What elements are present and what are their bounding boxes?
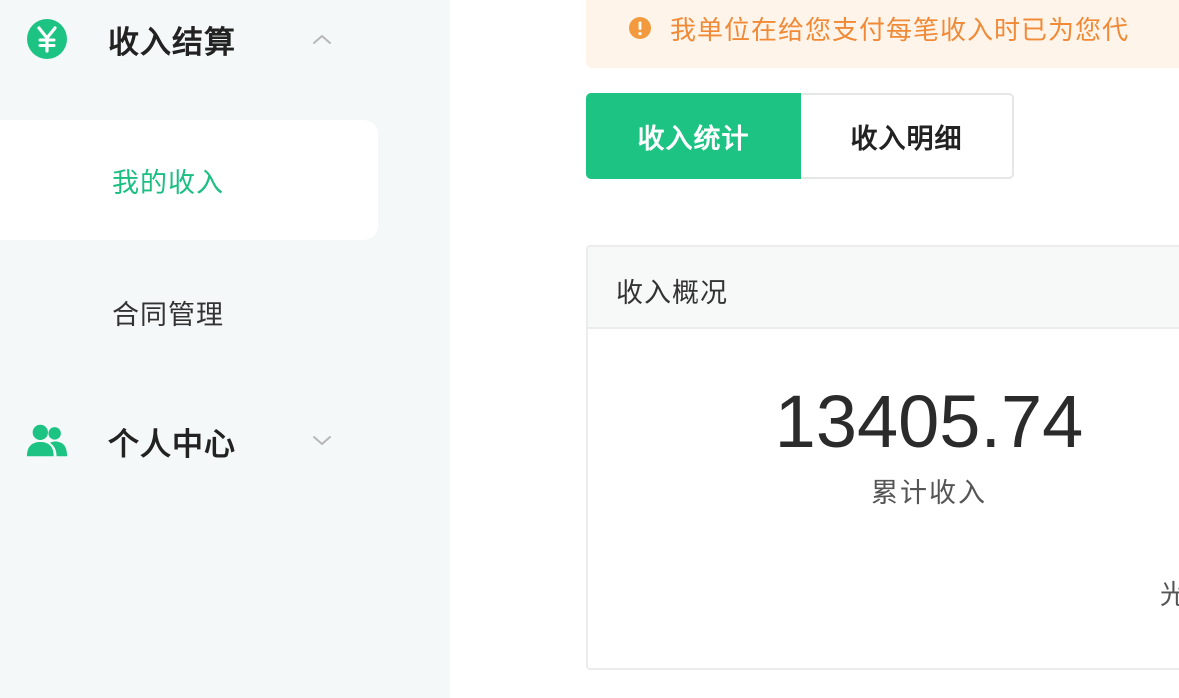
sidebar-item-label: 我的收入: [112, 167, 224, 199]
main-content: 我单位在给您支付每笔收入时已为您代 收入统计 收入明细 收入概况 13405.7…: [450, 0, 1179, 698]
page: 收入结算 我的收入 合同管理 个人中心 我单位在给您支付每笔收入时已为您代 收入…: [0, 0, 1179, 698]
chevron-down-icon: [308, 427, 336, 455]
income-summary-card: 收入概况 13405.74 累计收入 光: [586, 245, 1179, 670]
sidebar-item-my-income[interactable]: 我的收入: [0, 120, 378, 240]
tab-income-details[interactable]: 收入明细: [801, 93, 1014, 179]
income-tabs: 收入统计 收入明细: [586, 93, 1014, 179]
info-icon: [628, 16, 652, 40]
total-income-label: 累计收入: [871, 478, 987, 509]
users-icon: [25, 419, 69, 463]
sidebar-item-label: 合同管理: [112, 299, 224, 331]
sidebar-group-personal-label: 个人中心: [108, 426, 236, 463]
sidebar-group-personal[interactable]: 个人中心: [0, 406, 450, 476]
sidebar-group-income[interactable]: 收入结算: [0, 4, 450, 74]
yen-icon: [25, 17, 69, 61]
sidebar-item-contract-management[interactable]: 合同管理: [0, 252, 378, 372]
card-header: 收入概况: [588, 247, 1179, 329]
truncated-label: 光: [1160, 573, 1179, 612]
notice-text: 我单位在给您支付每笔收入时已为您代: [670, 16, 1130, 46]
total-income-value: 13405.74: [774, 380, 1084, 463]
sidebar-group-income-label: 收入结算: [108, 24, 236, 61]
sidebar: 收入结算 我的收入 合同管理 个人中心: [0, 0, 450, 698]
total-income-block: 13405.74 累计收入: [764, 377, 1094, 510]
card-title: 收入概况: [616, 278, 728, 309]
tab-income-statistics[interactable]: 收入统计: [586, 93, 801, 179]
notice-banner: 我单位在给您支付每笔收入时已为您代: [586, 0, 1179, 68]
chevron-up-icon: [308, 25, 336, 53]
